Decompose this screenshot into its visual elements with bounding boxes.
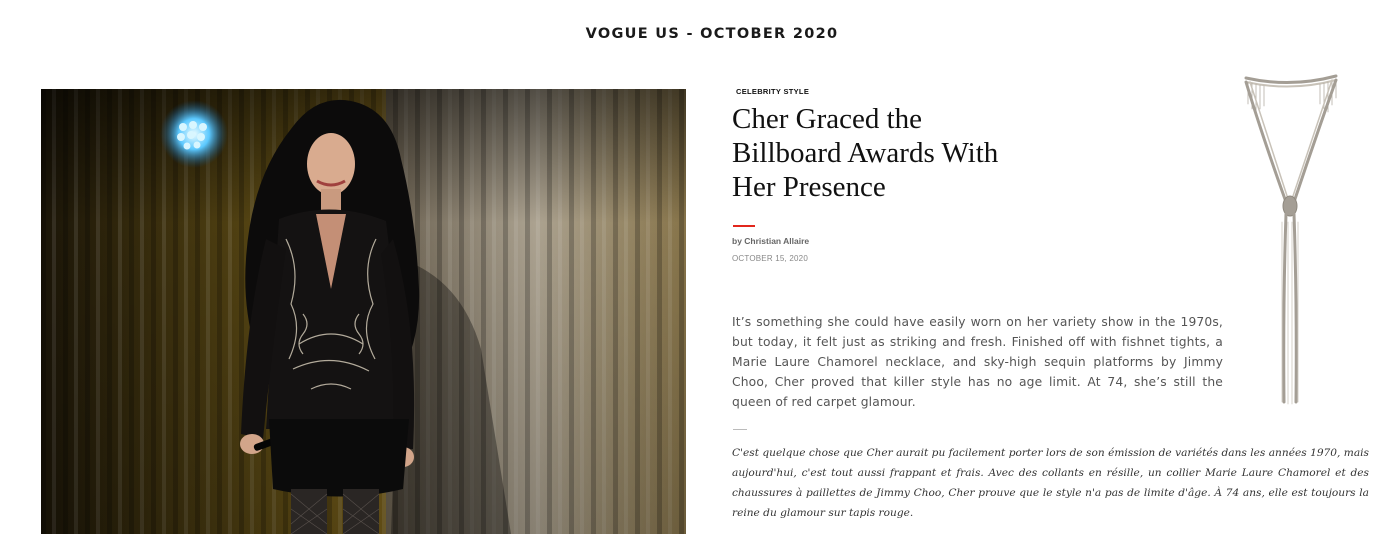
headline-line-1: Cher Graced the xyxy=(732,103,923,135)
hero-illustration xyxy=(41,89,686,534)
accent-divider xyxy=(733,225,755,227)
necklace-product-image xyxy=(1236,72,1346,412)
publish-date: OCTOBER 15, 2020 xyxy=(732,254,808,263)
article-headline: Cher Graced the Billboard Awards With He… xyxy=(732,102,1062,204)
headline-line-2: Billboard Awards With xyxy=(732,137,999,169)
translation-divider xyxy=(733,429,747,430)
page-header-title: VOGUE US - OCTOBER 2020 xyxy=(585,26,839,42)
author-byline[interactable]: by Christian Allaire xyxy=(732,236,809,246)
article-translation: C'est quelque chose que Cher aurait pu f… xyxy=(732,447,1369,519)
article-body: It’s something she could have easily wor… xyxy=(732,315,1223,409)
headline-line-3: Her Presence xyxy=(732,171,886,203)
necklace-illustration xyxy=(1244,74,1338,405)
category-label[interactable]: CELEBRITY STYLE xyxy=(736,87,809,96)
hero-image xyxy=(41,89,686,534)
